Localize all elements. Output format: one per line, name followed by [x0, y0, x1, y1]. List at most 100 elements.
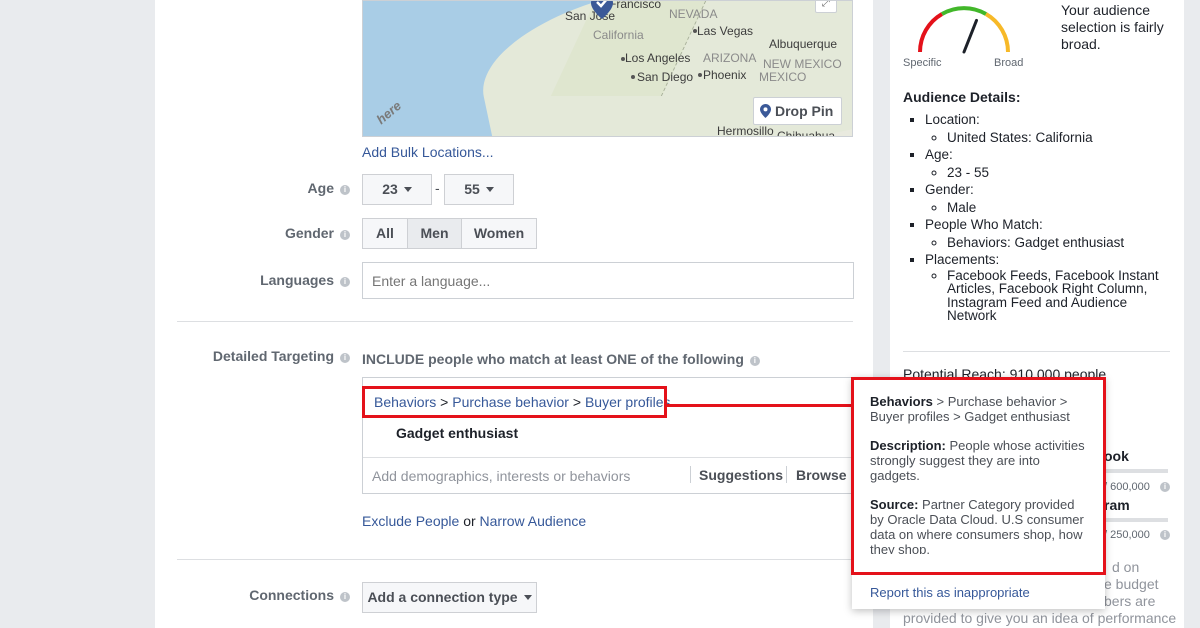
facebook-reach-count: / 600,000 — [1104, 481, 1150, 493]
targeting-search-input[interactable]: Add demographics, interests or behaviors — [372, 468, 630, 484]
detailed-targeting-info-icon[interactable]: i — [340, 353, 350, 363]
detail-age-value: 23 - 55 — [947, 164, 1163, 182]
map-dot-los-angeles — [621, 57, 625, 61]
detail-people-who-match-label: People Who Match: — [925, 217, 1043, 232]
add-bulk-locations-link[interactable]: Add Bulk Locations... — [362, 144, 494, 160]
tooltip-highlight — [851, 377, 1106, 575]
map-label-arizona: ARIZONA — [703, 51, 757, 65]
map-label-albuquerque: Albuquerque — [769, 37, 838, 51]
gender-label-row: Gender i — [180, 225, 350, 241]
map-label-nevada: NEVADA — [669, 7, 718, 21]
map-label-california: California — [593, 28, 644, 42]
gender-women-button[interactable]: Women — [461, 218, 537, 249]
gauge-specific-label: Specific — [903, 57, 942, 69]
detail-people-who-match-value: Behaviors: Gadget enthusiast — [947, 234, 1163, 252]
facebook-reach-title: ook — [1104, 448, 1129, 464]
map-label-phoenix: Phoenix — [703, 68, 747, 82]
highlight-connector-line — [667, 404, 853, 407]
map-label-francisco: Francisco — [609, 0, 662, 11]
right-background — [1184, 0, 1200, 628]
gauge-broad-label: Broad — [994, 57, 1024, 69]
detail-placements-label: Placements: — [925, 252, 1000, 267]
languages-info-icon[interactable]: i — [340, 277, 350, 287]
map-label-new-mexico: NEW MEXICO — [763, 57, 842, 71]
gender-men-button[interactable]: Men — [407, 218, 462, 249]
estimate-note-line-1: d on — [1112, 559, 1140, 575]
age-info-icon[interactable]: i — [340, 185, 350, 195]
suggestions-button[interactable]: Suggestions — [699, 467, 783, 483]
detail-people-who-match: People Who Match: Behaviors: Gadget enth… — [925, 216, 1163, 251]
narrow-audience-link[interactable]: Narrow Audience — [480, 513, 587, 529]
detail-gender-value: Male — [947, 199, 1163, 217]
age-label: Age — [307, 180, 334, 196]
map-dot-san-diego — [631, 75, 635, 79]
divider — [690, 466, 691, 483]
detail-location-value: United States: California — [947, 129, 1163, 147]
languages-label: Languages — [260, 272, 334, 288]
left-background — [0, 0, 155, 628]
connections-label-row: Connections i — [180, 587, 350, 603]
connections-info-icon[interactable]: i — [340, 592, 350, 602]
audience-breadth-message: Your audience selection is fairly broad. — [1061, 2, 1164, 52]
detailed-targeting-label: Detailed Targeting — [212, 348, 334, 364]
age-separator: - — [435, 180, 440, 196]
selected-behavior[interactable]: Gadget enthusiast — [396, 425, 518, 441]
expand-map-icon[interactable]: ⤢ — [815, 1, 837, 13]
map-dot-phoenix — [698, 73, 702, 77]
audience-size-gauge — [918, 6, 1010, 54]
detail-age: Age: 23 - 55 — [925, 146, 1163, 181]
instagram-reach-title: ram — [1104, 497, 1130, 513]
map-label-san-diego: San Diego — [637, 70, 694, 84]
or-text: or — [463, 513, 476, 529]
gauge-needle — [962, 18, 978, 54]
section-divider — [177, 559, 853, 560]
age-min-select[interactable]: 23 — [362, 174, 432, 205]
detailed-targeting-label-row: Detailed Targeting i — [180, 348, 350, 364]
estimate-note-line-3: bers are — [1104, 593, 1156, 609]
age-max-select[interactable]: 55 — [444, 174, 514, 205]
include-text: INCLUDE people who match at least ONE of… — [362, 351, 744, 367]
include-info-icon[interactable]: i — [749, 356, 760, 366]
divider — [786, 466, 787, 483]
add-connection-type-button[interactable]: Add a connection type — [362, 582, 537, 613]
facebook-reach-info-icon[interactable]: i — [1160, 482, 1170, 492]
map-label-las-vegas: Las Vegas — [697, 24, 754, 38]
languages-label-row: Languages i — [180, 272, 350, 288]
instagram-reach-info-icon[interactable]: i — [1160, 530, 1170, 540]
gender-all-button[interactable]: All — [362, 218, 408, 249]
age-label-row: Age i — [180, 180, 350, 196]
audience-details-title: Audience Details: — [903, 89, 1021, 105]
report-inappropriate-link[interactable]: Report this as inappropriate — [870, 585, 1030, 600]
gender-info-icon[interactable]: i — [340, 230, 350, 240]
language-input[interactable] — [362, 262, 854, 299]
browse-button[interactable]: Browse — [796, 467, 847, 483]
drop-pin-button[interactable]: Drop Pin — [753, 97, 843, 125]
estimate-note-line-4: provided to give you an idea of performa… — [903, 610, 1177, 626]
chevron-down-icon — [485, 187, 494, 192]
detail-gender-label: Gender: — [925, 182, 974, 197]
detail-age-label: Age: — [925, 147, 953, 162]
targeting-box-divider — [363, 457, 853, 458]
location-map[interactable]: Francisco San Jose NEVADA California Las… — [362, 0, 853, 137]
breadcrumb-highlight — [362, 386, 667, 418]
add-connection-type-label: Add a connection type — [367, 589, 518, 605]
audience-divider — [903, 351, 1170, 352]
drop-pin-label: Drop Pin — [775, 103, 834, 119]
instagram-reach-bar — [1104, 518, 1168, 522]
detail-placements: Placements: Facebook Feeds, Facebook Ins… — [925, 251, 1163, 323]
section-divider — [177, 321, 853, 322]
chevron-down-icon — [523, 595, 532, 600]
connections-label: Connections — [249, 587, 334, 603]
detail-gender: Gender: Male — [925, 181, 1163, 216]
location-pin-icon[interactable] — [591, 0, 613, 19]
detail-placements-value: Facebook Feeds, Facebook Instant Article… — [947, 268, 1163, 323]
age-max-value: 55 — [464, 181, 480, 197]
include-text-row: INCLUDE people who match at least ONE of… — [362, 351, 760, 367]
detail-location-label: Location: — [925, 112, 980, 127]
chevron-down-icon — [403, 187, 412, 192]
map-label-chihuahua: Chihuahua — [777, 129, 836, 137]
drop-pin-icon — [760, 104, 771, 118]
exclude-people-link[interactable]: Exclude People — [362, 513, 459, 529]
estimate-note-line-2: e budget — [1104, 576, 1159, 592]
detail-location: Location: United States: California — [925, 111, 1163, 146]
